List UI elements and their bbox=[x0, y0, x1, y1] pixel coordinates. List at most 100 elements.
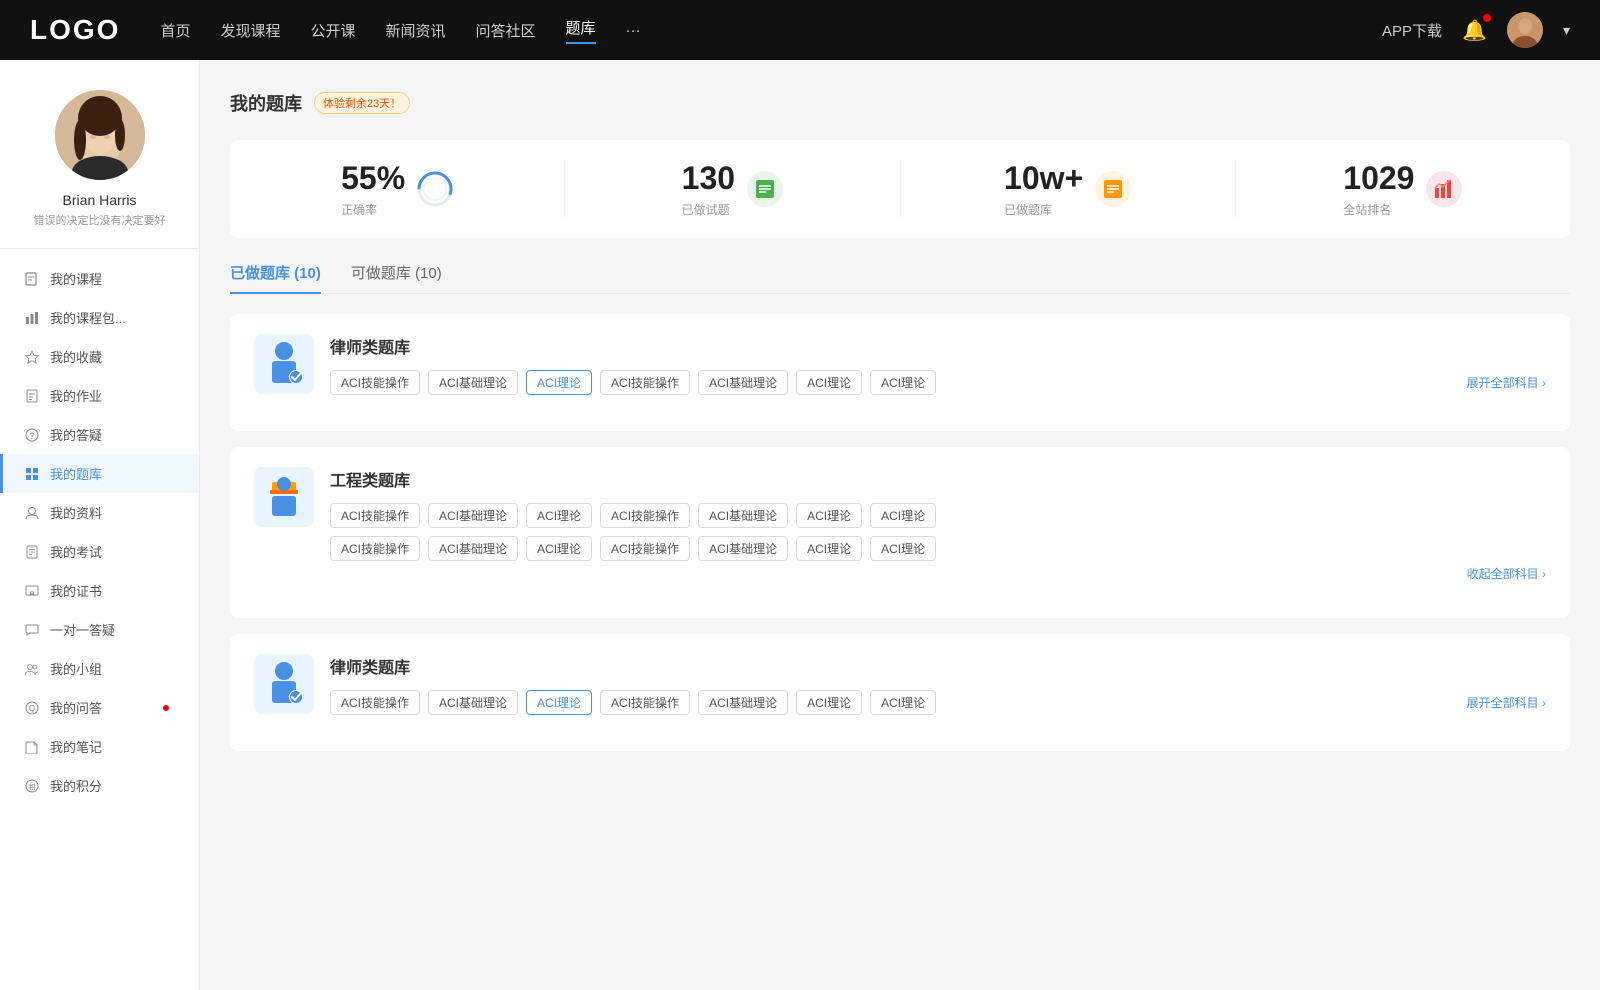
tag-2-6[interactable]: ACI理论 bbox=[870, 690, 936, 715]
sidebar-item-certificates[interactable]: 我的证书 bbox=[0, 571, 199, 610]
nav-questions[interactable]: 题库 bbox=[566, 17, 596, 44]
user-dropdown-arrow[interactable]: ▾ bbox=[1563, 22, 1570, 39]
sidebar-my-exams-label: 我的考试 bbox=[50, 542, 102, 561]
sidebar-item-points[interactable]: 积 我的积分 bbox=[0, 766, 199, 805]
tag-1-1-0[interactable]: ACI技能操作 bbox=[330, 536, 420, 561]
tag-1-0-5[interactable]: ACI理论 bbox=[796, 503, 862, 528]
qbank-tags-3: ACI技能操作 ACI基础理论 ACI理论 ACI技能操作 ACI基础理论 AC… bbox=[330, 690, 1546, 715]
sidebar-one-on-one-label: 一对一答疑 bbox=[50, 620, 115, 639]
stat-accuracy-text: 55% 正确率 bbox=[341, 160, 405, 218]
tag-1-1-1[interactable]: ACI基础理论 bbox=[428, 536, 518, 561]
tag-0-3[interactable]: ACI技能操作 bbox=[600, 370, 690, 395]
main-wrapper: Brian Harris 错误的决定比没有决定要好 我的课程 我的课程包... … bbox=[0, 60, 1600, 990]
notification-badge bbox=[1483, 14, 1491, 22]
user-avatar-nav[interactable] bbox=[1507, 12, 1543, 48]
nav-qa[interactable]: 问答社区 bbox=[476, 20, 536, 41]
nav-opencourse[interactable]: 公开课 bbox=[310, 20, 355, 41]
tag-1-0-0[interactable]: ACI技能操作 bbox=[330, 503, 420, 528]
sidebar-homework-label: 我的作业 bbox=[50, 386, 102, 405]
tag-0-0[interactable]: ACI技能操作 bbox=[330, 370, 420, 395]
tag-1-1-3[interactable]: ACI技能操作 bbox=[600, 536, 690, 561]
tag-1-0-4[interactable]: ACI基础理论 bbox=[698, 503, 788, 528]
qbank-tags-1: ACI技能操作 ACI基础理论 ACI理论 ACI技能操作 ACI基础理论 AC… bbox=[330, 370, 1546, 395]
sidebar-item-my-questions[interactable]: ? 我的答疑 bbox=[0, 415, 199, 454]
star-icon bbox=[24, 349, 40, 365]
tag-2-4[interactable]: ACI基础理论 bbox=[698, 690, 788, 715]
nav-home[interactable]: 首页 bbox=[160, 20, 190, 41]
stat-accuracy-label: 正确率 bbox=[341, 201, 405, 218]
sidebar-notes-label: 我的笔记 bbox=[50, 737, 102, 756]
collapse-link-2[interactable]: 收起全部科目 › bbox=[1467, 565, 1546, 582]
tag-0-4[interactable]: ACI基础理论 bbox=[698, 370, 788, 395]
tag-1-1-5[interactable]: ACI理论 bbox=[796, 536, 862, 561]
nav-discover[interactable]: 发现课程 bbox=[220, 20, 280, 41]
file2-icon bbox=[24, 544, 40, 560]
sidebar-item-favorites[interactable]: 我的收藏 bbox=[0, 337, 199, 376]
sidebar-certificates-label: 我的证书 bbox=[50, 581, 102, 600]
qbank-header-3: 律师类题库 ACI技能操作 ACI基础理论 ACI理论 ACI技能操作 ACI基… bbox=[254, 654, 1546, 715]
expand-link-3[interactable]: 展开全部科目 › bbox=[1467, 694, 1546, 711]
sidebar-item-my-qa[interactable]: Q 我的问答 bbox=[0, 688, 199, 727]
tag-1-0-2[interactable]: ACI理论 bbox=[526, 503, 592, 528]
stat-banks-text: 10w+ 已做题库 bbox=[1004, 160, 1083, 218]
sidebar-item-homework[interactable]: 我的作业 bbox=[0, 376, 199, 415]
notification-bell[interactable]: 🔔 bbox=[1462, 18, 1487, 43]
tag-2-5[interactable]: ACI理论 bbox=[796, 690, 862, 715]
qbank-header-2: 工程类题库 ACI技能操作 ACI基础理论 ACI理论 ACI技能操作 ACI基… bbox=[254, 467, 1546, 582]
tag-0-6[interactable]: ACI理论 bbox=[870, 370, 936, 395]
stat-questions-value: 130 bbox=[682, 160, 735, 197]
navbar-right: APP下载 🔔 ▾ bbox=[1382, 12, 1570, 48]
stat-banks-value: 10w+ bbox=[1004, 160, 1083, 197]
tag-0-2[interactable]: ACI理论 bbox=[526, 370, 592, 395]
sidebar-course-package-label: 我的课程包... bbox=[50, 308, 126, 327]
tag-1-1-6[interactable]: ACI理论 bbox=[870, 536, 936, 561]
stat-accuracy: 55% 正确率 bbox=[230, 160, 565, 218]
sidebar-item-one-on-one[interactable]: 一对一答疑 bbox=[0, 610, 199, 649]
navbar: LOGO 首页 发现课程 公开课 新闻资讯 问答社区 题库 ··· APP下载 … bbox=[0, 0, 1600, 60]
qbank-engineer-icon bbox=[254, 467, 314, 527]
stat-banks: 10w+ 已做题库 bbox=[901, 160, 1236, 218]
tag-1-0-6[interactable]: ACI理论 bbox=[870, 503, 936, 528]
tag-1-0-1[interactable]: ACI基础理论 bbox=[428, 503, 518, 528]
svg-text:积: 积 bbox=[29, 782, 36, 791]
bar-icon bbox=[24, 310, 40, 326]
tag-0-5[interactable]: ACI理论 bbox=[796, 370, 862, 395]
stat-rank-icon bbox=[1426, 171, 1462, 207]
qbank-tags-2-row2: ACI技能操作 ACI基础理论 ACI理论 ACI技能操作 ACI基础理论 AC… bbox=[330, 536, 1546, 561]
stat-questions-text: 130 已做试题 bbox=[682, 160, 735, 218]
sidebar-favorites-label: 我的收藏 bbox=[50, 347, 102, 366]
tag-2-3[interactable]: ACI技能操作 bbox=[600, 690, 690, 715]
sidebar: Brian Harris 错误的决定比没有决定要好 我的课程 我的课程包... … bbox=[0, 60, 200, 990]
sidebar-item-my-qbank[interactable]: 我的题库 bbox=[0, 454, 199, 493]
tag-2-1[interactable]: ACI基础理论 bbox=[428, 690, 518, 715]
sidebar-my-groups-label: 我的小组 bbox=[50, 659, 102, 678]
tag-0-1[interactable]: ACI基础理论 bbox=[428, 370, 518, 395]
sidebar-avatar bbox=[55, 90, 145, 180]
sidebar-item-my-profile[interactable]: 我的资料 bbox=[0, 493, 199, 532]
sidebar-item-my-exams[interactable]: 我的考试 bbox=[0, 532, 199, 571]
app-download[interactable]: APP下载 bbox=[1382, 20, 1442, 41]
page-title: 我的题库 bbox=[230, 90, 302, 116]
sidebar-points-label: 我的积分 bbox=[50, 776, 102, 795]
logo[interactable]: LOGO bbox=[30, 14, 120, 46]
person-icon bbox=[24, 505, 40, 521]
tag-1-1-2[interactable]: ACI理论 bbox=[526, 536, 592, 561]
sidebar-item-my-courses[interactable]: 我的课程 bbox=[0, 259, 199, 298]
nav-news[interactable]: 新闻资讯 bbox=[386, 20, 446, 41]
tag-1-0-3[interactable]: ACI技能操作 bbox=[600, 503, 690, 528]
stat-questions: 130 已做试题 bbox=[565, 160, 900, 218]
svg-text:Q: Q bbox=[29, 704, 35, 713]
tag-2-2[interactable]: ACI理论 bbox=[526, 690, 592, 715]
tab-available[interactable]: 可做题库 (10) bbox=[351, 262, 442, 293]
nav-more[interactable]: ··· bbox=[626, 22, 641, 39]
sidebar-item-my-groups[interactable]: 我的小组 bbox=[0, 649, 199, 688]
tag-1-1-4[interactable]: ACI基础理论 bbox=[698, 536, 788, 561]
qbank-lawyer-icon-2 bbox=[254, 654, 314, 714]
sidebar-item-notes[interactable]: 我的笔记 bbox=[0, 727, 199, 766]
tab-done[interactable]: 已做题库 (10) bbox=[230, 262, 321, 293]
sidebar-item-course-package[interactable]: 我的课程包... bbox=[0, 298, 199, 337]
expand-link-1[interactable]: 展开全部科目 › bbox=[1467, 374, 1546, 391]
tag-2-0[interactable]: ACI技能操作 bbox=[330, 690, 420, 715]
qbank-card-lawyer-1: 律师类题库 ACI技能操作 ACI基础理论 ACI理论 ACI技能操作 ACI基… bbox=[230, 314, 1570, 431]
qbank-info-1: 律师类题库 ACI技能操作 ACI基础理论 ACI理论 ACI技能操作 ACI基… bbox=[330, 334, 1546, 395]
